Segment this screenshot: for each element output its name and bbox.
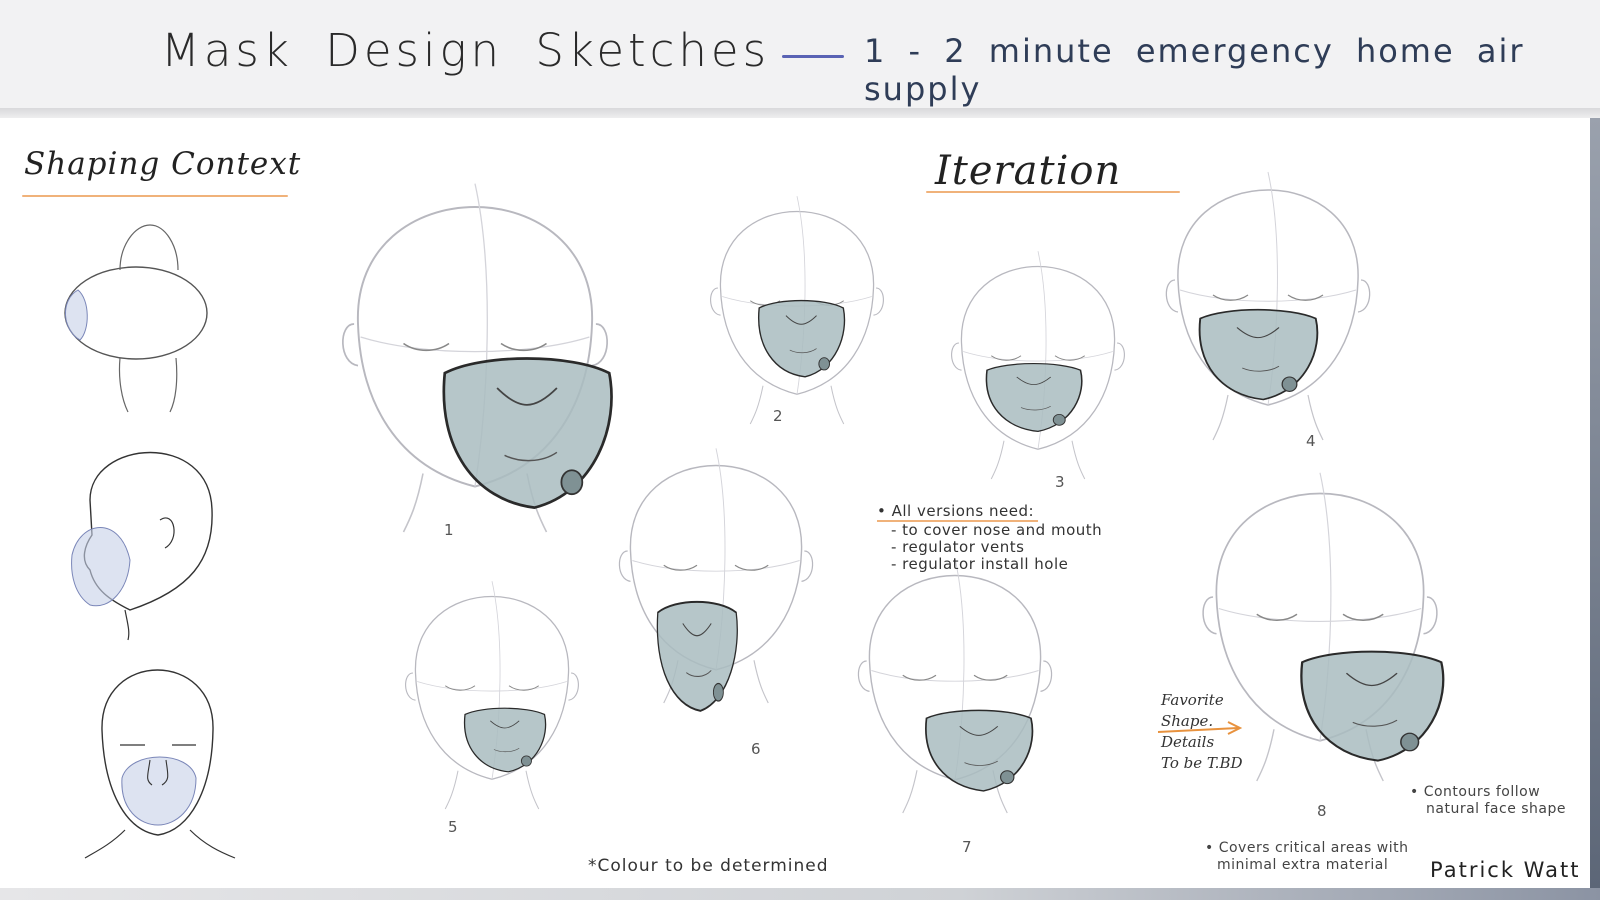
iteration-underline bbox=[926, 191, 1180, 193]
mask-sketch-4 bbox=[1165, 171, 1371, 441]
favorite-shape-note: Favorite Shape. Details To be T.BD bbox=[1161, 690, 1243, 774]
covers-note-line: • Covers critical areas with bbox=[1205, 840, 1409, 856]
context-sketch-top bbox=[64, 224, 208, 413]
mask-sketch-6 bbox=[618, 447, 814, 712]
favorite-note-line: Shape. bbox=[1161, 712, 1214, 730]
contours-note: • Contours follow natural face shape bbox=[1410, 784, 1566, 818]
context-sketch-side bbox=[71, 451, 213, 641]
favorite-note-line: Details bbox=[1161, 733, 1215, 751]
section-heading-shaping-context: Shaping Context bbox=[24, 146, 302, 182]
section-heading-iteration: Iteration bbox=[935, 148, 1122, 194]
requirement-item: - to cover nose and mouth bbox=[891, 521, 1103, 539]
requirement-item: - regulator vents bbox=[891, 538, 1025, 556]
mask-sketch-3 bbox=[950, 250, 1126, 480]
mask-sketch-2 bbox=[709, 195, 885, 425]
sketch-label-1: 1 bbox=[444, 521, 454, 539]
sketch-label-7: 7 bbox=[962, 838, 972, 856]
mask-sketch-1 bbox=[341, 182, 613, 533]
context-sketch-front bbox=[84, 669, 236, 859]
covers-note: • Covers critical areas with minimal ext… bbox=[1205, 840, 1408, 874]
favorite-note-line: Favorite bbox=[1161, 691, 1224, 709]
requirement-item: - regulator install hole bbox=[891, 555, 1069, 573]
mask-sketch-5 bbox=[404, 580, 580, 810]
favorite-note-line: To be T.BD bbox=[1161, 754, 1243, 772]
colour-note: *Colour to be determined bbox=[588, 856, 829, 876]
sketch-label-6: 6 bbox=[751, 740, 761, 758]
sketch-label-4: 4 bbox=[1306, 432, 1316, 450]
contours-note-line: • Contours follow bbox=[1410, 784, 1541, 800]
contours-note-line: natural face shape bbox=[1426, 801, 1567, 817]
covers-note-line: minimal extra material bbox=[1217, 857, 1389, 873]
sketch-label-5: 5 bbox=[448, 818, 458, 836]
shaping-context-underline bbox=[22, 195, 288, 197]
author-name: Patrick Watt bbox=[1430, 858, 1581, 882]
requirements-note: • All versions need: - to cover nose and… bbox=[877, 503, 1102, 573]
sketch-label-8: 8 bbox=[1317, 802, 1327, 820]
sketch-label-3: 3 bbox=[1055, 473, 1065, 491]
requirements-heading: • All versions need: bbox=[877, 503, 1039, 522]
sketch-layer bbox=[64, 171, 1445, 859]
mask-sketch-7 bbox=[857, 557, 1053, 814]
sketch-label-2: 2 bbox=[773, 407, 783, 425]
